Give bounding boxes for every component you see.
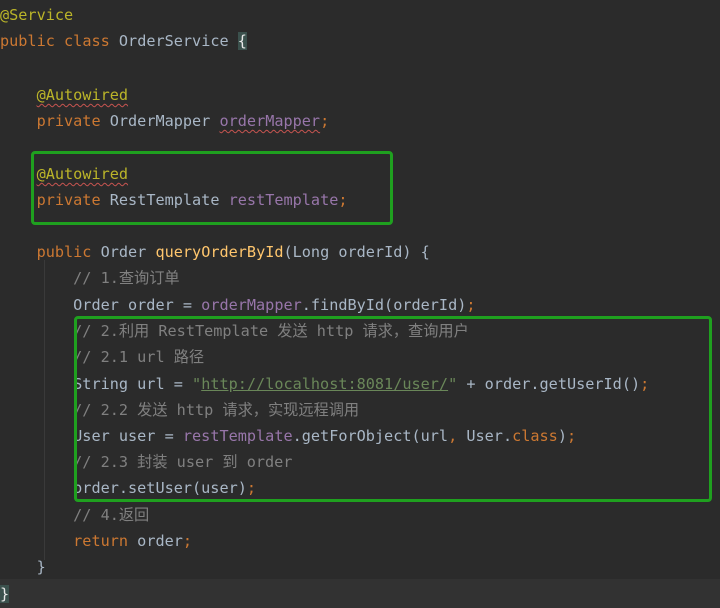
- comment: // 2.1 url 路径: [73, 348, 205, 366]
- code-text: String url =: [73, 375, 193, 393]
- semicolon: ;: [466, 296, 476, 314]
- autowired-annotation-1: @Autowired: [36, 86, 129, 104]
- comment: // 1.查询订单: [73, 269, 180, 287]
- keyword-private: private: [36, 191, 101, 209]
- type-rest-template: RestTemplate: [109, 191, 220, 209]
- code-line-19[interactable]: order.setUser(user);: [0, 475, 720, 501]
- url-string-link[interactable]: http://localhost:8081/user/: [201, 375, 448, 393]
- close-brace-highlighted: }: [0, 585, 10, 603]
- semicolon: ;: [640, 375, 650, 393]
- keyword-public: public: [0, 32, 55, 50]
- semicolon: ;: [182, 532, 193, 550]
- comment: // 2.利用 RestTemplate 发送 http 请求，查询用户: [73, 322, 469, 340]
- code-line-23[interactable]: }: [0, 581, 720, 607]
- code-text: + order.getUserId(): [457, 375, 641, 393]
- code-text: .getForObject(url: [292, 427, 449, 445]
- code-text: Order order =: [73, 296, 202, 314]
- code-line-17[interactable]: User user = restTemplate.getForObject(ur…: [0, 423, 720, 449]
- code-line-14[interactable]: // 2.1 url 路径: [0, 344, 720, 370]
- comment: // 4.返回: [73, 506, 150, 524]
- field-order-mapper: orderMapper: [201, 296, 302, 314]
- code-line-4[interactable]: @Autowired: [0, 82, 720, 108]
- keyword-return: return: [73, 532, 129, 550]
- field-order-mapper: orderMapper: [219, 112, 321, 130]
- code-line-5[interactable]: private OrderMapper orderMapper;: [0, 108, 720, 134]
- code-line-21[interactable]: return order;: [0, 528, 720, 554]
- semicolon: ;: [320, 112, 330, 130]
- code-line-13[interactable]: // 2.利用 RestTemplate 发送 http 请求，查询用户: [0, 318, 720, 344]
- code-line-16[interactable]: // 2.2 发送 http 请求，实现远程调用: [0, 397, 720, 423]
- code-line-7[interactable]: @Autowired: [0, 161, 720, 187]
- semicolon: ;: [246, 479, 257, 497]
- type-order-mapper: OrderMapper: [109, 112, 211, 130]
- code-line-8[interactable]: private RestTemplate restTemplate;: [0, 187, 720, 213]
- code-line-15[interactable]: String url = "http://localhost:8081/user…: [0, 371, 720, 397]
- autowired-annotation-2: @Autowired: [36, 165, 129, 183]
- code-text: .findById(orderId): [301, 296, 467, 314]
- code-line-2[interactable]: public class OrderService {: [0, 28, 720, 54]
- code-text: ): [557, 427, 567, 445]
- string-quote: ": [192, 375, 202, 393]
- service-annotation: @Service: [0, 6, 74, 24]
- open-brace-highlighted: {: [237, 32, 247, 50]
- comment: // 2.2 发送 http 请求，实现远程调用: [73, 401, 360, 419]
- code-line-1[interactable]: @Service: [0, 2, 720, 28]
- semicolon: ;: [566, 427, 577, 445]
- code-editor[interactable]: @Service public class OrderService { @Au…: [0, 0, 720, 608]
- keyword-class: class: [512, 427, 558, 445]
- code-line-18[interactable]: // 2.3 封装 user 到 order: [0, 449, 720, 475]
- field-rest-template: restTemplate: [182, 427, 293, 445]
- code-line-20[interactable]: // 4.返回: [0, 502, 720, 528]
- comma: ,: [448, 427, 458, 445]
- code-text: order: [128, 532, 183, 550]
- field-rest-template: restTemplate: [228, 191, 339, 209]
- keyword-class: class: [64, 32, 110, 50]
- code-text: User user =: [73, 427, 183, 445]
- method-params: (Long orderId) {: [283, 243, 430, 261]
- keyword-private: private: [36, 112, 101, 130]
- method-name: queryOrderById: [155, 243, 284, 261]
- code-line-22[interactable]: }: [0, 554, 720, 580]
- code-text: User.: [457, 427, 513, 445]
- code-line-10[interactable]: public Order queryOrderById(Long orderId…: [0, 239, 720, 265]
- semicolon: ;: [338, 191, 348, 209]
- comment: // 2.3 封装 user 到 order: [73, 453, 293, 471]
- string-quote: ": [448, 375, 458, 393]
- return-type: Order: [100, 243, 147, 261]
- code-line-11[interactable]: // 1.查询订单: [0, 265, 720, 291]
- class-name: OrderService: [118, 32, 229, 50]
- code-text: order.setUser(user): [73, 479, 247, 497]
- code-line-12[interactable]: Order order = orderMapper.findById(order…: [0, 292, 720, 318]
- keyword-public: public: [36, 243, 92, 261]
- close-brace: }: [36, 558, 46, 576]
